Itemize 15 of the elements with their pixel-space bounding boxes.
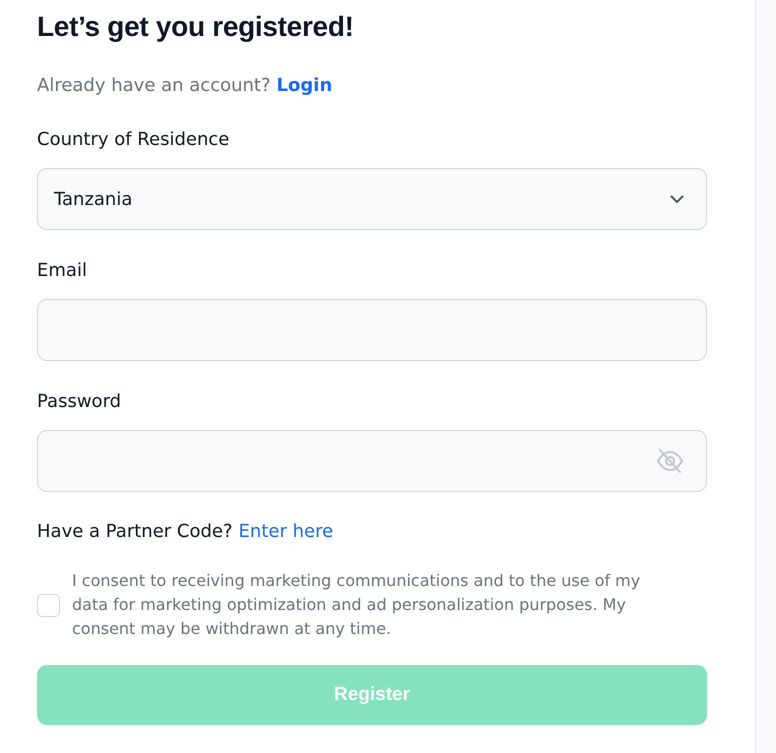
- login-prompt: Already have an account?: [37, 74, 271, 98]
- email-field[interactable]: [37, 299, 707, 361]
- password-field[interactable]: [37, 430, 707, 492]
- page-heading: Let’s get you registered!: [37, 10, 354, 44]
- country-select[interactable]: Tanzania: [37, 168, 707, 230]
- consent-checkbox[interactable]: [37, 594, 60, 616]
- partner-code-prompt: Have a Partner Code?: [37, 520, 233, 544]
- field-label: Email: [37, 259, 87, 283]
- login-link[interactable]: Login: [276, 73, 332, 99]
- chevron-down-icon: [670, 194, 684, 204]
- consent-text: I consent to receiving marketing communications and to the use of my data for marketing optimization and ad personalization purposes. My consent may be withdrawn at any time.: [72, 570, 642, 640]
- field-label: Password: [37, 390, 122, 414]
- enter-code-link[interactable]: Enter here: [238, 519, 334, 545]
- eye-slash-icon[interactable]: [656, 448, 684, 474]
- field-label: Country of Residence: [37, 128, 230, 152]
